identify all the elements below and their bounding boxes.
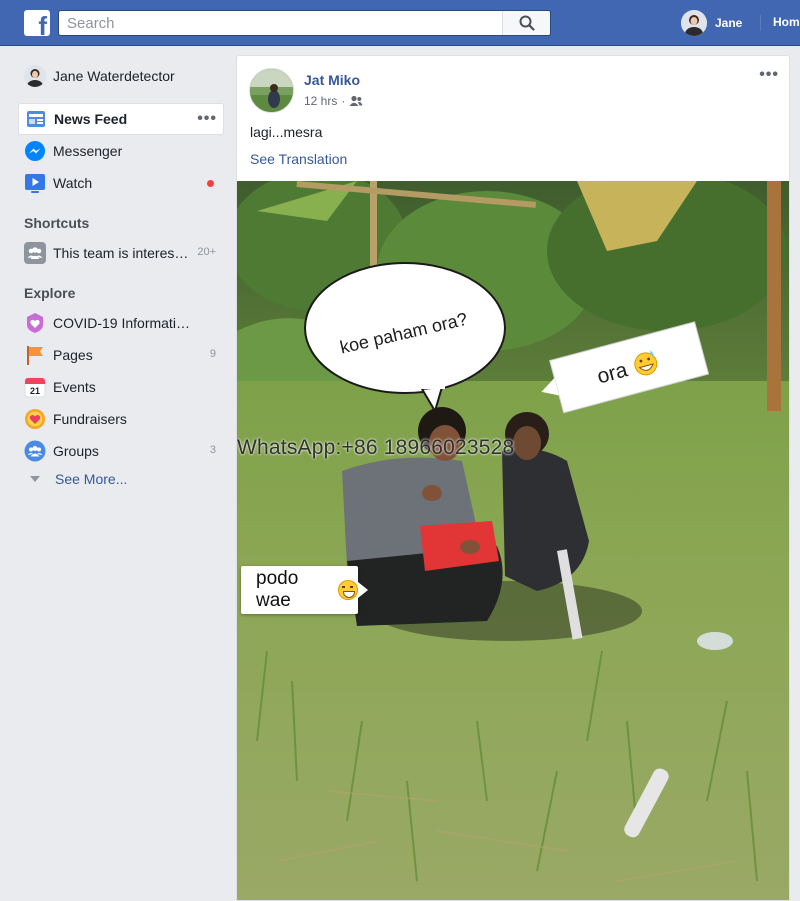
sidebar-item-events[interactable]: 21 Events [18,371,224,403]
post-author-name[interactable]: Jat Miko [304,72,360,88]
facebook-logo-icon[interactable]: f [24,10,50,36]
sidebar-item-count: 9 [209,348,216,360]
sidebar-item-fundraisers[interactable]: Fundraisers [18,403,224,435]
sidebar-item-pages[interactable]: Pages 9 [18,339,224,371]
see-translation-link[interactable]: See Translation [250,151,347,167]
groups-icon [24,440,46,462]
post-photo[interactable]: koe paham ora? ora WhatsApp:+86 18966023… [237,181,789,900]
shortcut-item-group[interactable]: This team is interested in 20+ [18,237,224,269]
avatar [24,65,46,87]
more-options-icon[interactable]: ••• [197,110,217,128]
group-icon [24,242,46,264]
section-title-shortcuts: Shortcuts [24,215,90,231]
sidebar-item-count: 3 [209,444,216,456]
post-author-avatar[interactable] [249,68,294,113]
chevron-down-icon [30,476,40,482]
shortcut-count: 20+ [197,246,216,258]
post-options-button[interactable]: ••• [759,66,779,84]
flag-icon [24,344,46,366]
watermark-text: WhatsApp:+86 18966023528 [237,436,515,459]
sidebar-profile-name: Jane Waterdetector [53,68,175,84]
section-title-explore: Explore [24,285,76,301]
avatar [681,10,707,36]
profile-link[interactable]: Jane [681,10,742,36]
logo-letter: f [38,11,47,36]
sidebar-item-messenger[interactable]: Messenger [18,135,224,167]
sidebar-item-label: Pages [53,347,93,363]
calendar-icon: 21 [24,376,46,398]
separator: · [341,94,346,108]
sidebar-item-label: COVID-19 Information Center [53,315,191,331]
search-button[interactable] [502,11,550,35]
sidebar-profile-link[interactable]: Jane Waterdetector [18,60,224,92]
sidebar-item-covid[interactable]: COVID-19 Information Center [18,307,224,339]
search-box [58,10,551,36]
sidebar-item-label: Watch [53,175,93,191]
sidebar-item-news-feed[interactable]: News Feed ••• [18,103,224,135]
left-sidebar: Jane Waterdetector News Feed ••• Messeng… [18,60,224,491]
notification-dot [207,180,214,187]
grinning-sweat-emoji-icon [338,580,358,600]
fundraiser-heart-icon [24,408,46,430]
search-input[interactable] [59,11,502,35]
see-more-label: See More... [55,471,128,487]
caption-podo-wae: podo wae [241,566,368,614]
watch-icon [24,172,46,194]
top-navigation-bar: f Jane Home [0,0,800,46]
divider [760,15,761,31]
home-link[interactable]: Home [773,15,800,29]
see-more-link[interactable]: See More... [18,467,224,491]
sidebar-item-watch[interactable]: Watch [18,167,224,199]
shortcut-label: This team is interested in [53,245,191,261]
search-icon [519,15,535,31]
top-username: Jane [715,16,743,30]
photo-scene: koe paham ora? ora [237,181,789,900]
caption-text: podo wae [256,568,299,611]
post-text: lagi...mesra [250,124,323,140]
sidebar-item-label: Fundraisers [53,411,127,427]
sidebar-item-label: Events [53,379,96,395]
post-timestamp[interactable]: 12 hrs [304,94,337,108]
calendar-day: 21 [30,386,40,396]
sidebar-item-groups[interactable]: Groups 3 [18,435,224,467]
messenger-icon [24,140,46,162]
sidebar-item-label: News Feed [54,111,128,127]
friends-audience-icon[interactable] [349,95,363,107]
post-meta: 12 hrs · [304,94,363,108]
sidebar-item-label: Messenger [53,143,123,159]
news-feed-icon [25,108,47,130]
covid-heart-icon [24,312,46,334]
feed-post: Jat Miko 12 hrs · ••• lagi...mesra See T… [236,55,790,901]
sidebar-item-label: Groups [53,443,99,459]
